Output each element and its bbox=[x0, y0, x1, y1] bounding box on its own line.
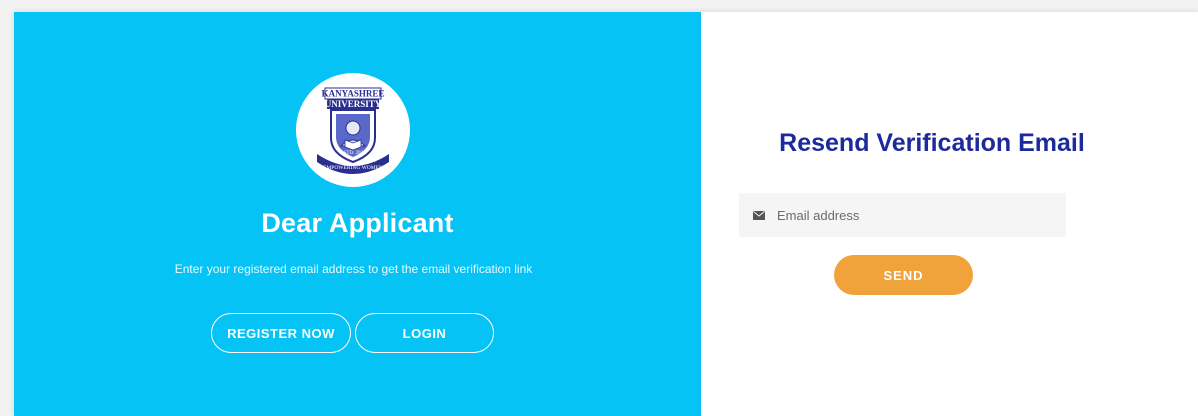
logo-banner-text: EMPOWERING WOMEN bbox=[323, 165, 383, 171]
university-crest-icon: KANYASHREE UNIVERSITY ESTD. 2020 EMPOWER… bbox=[317, 87, 389, 174]
email-input[interactable] bbox=[775, 206, 1059, 224]
resend-title: Resend Verification Email bbox=[779, 129, 1085, 157]
resend-panel: Resend Verification Email SEND bbox=[701, 12, 1198, 416]
logo-est-text: ESTD. 2020 bbox=[341, 151, 367, 156]
university-logo: KANYASHREE UNIVERSITY ESTD. 2020 EMPOWER… bbox=[296, 73, 410, 187]
login-button[interactable]: LOGIN bbox=[355, 313, 494, 353]
page-frame: KANYASHREE UNIVERSITY ESTD. 2020 EMPOWER… bbox=[14, 12, 1198, 416]
logo-middle-text: UNIVERSITY bbox=[325, 99, 382, 109]
email-field[interactable] bbox=[739, 193, 1066, 237]
welcome-subtitle: Enter your registered email address to g… bbox=[174, 262, 533, 276]
welcome-panel: KANYASHREE UNIVERSITY ESTD. 2020 EMPOWER… bbox=[14, 12, 701, 416]
register-now-button[interactable]: REGISTER NOW bbox=[211, 313, 351, 353]
envelope-icon bbox=[753, 210, 765, 220]
send-button[interactable]: SEND bbox=[834, 255, 973, 295]
logo-top-text: KANYASHREE bbox=[322, 89, 385, 99]
welcome-title: Dear Applicant bbox=[261, 208, 454, 238]
